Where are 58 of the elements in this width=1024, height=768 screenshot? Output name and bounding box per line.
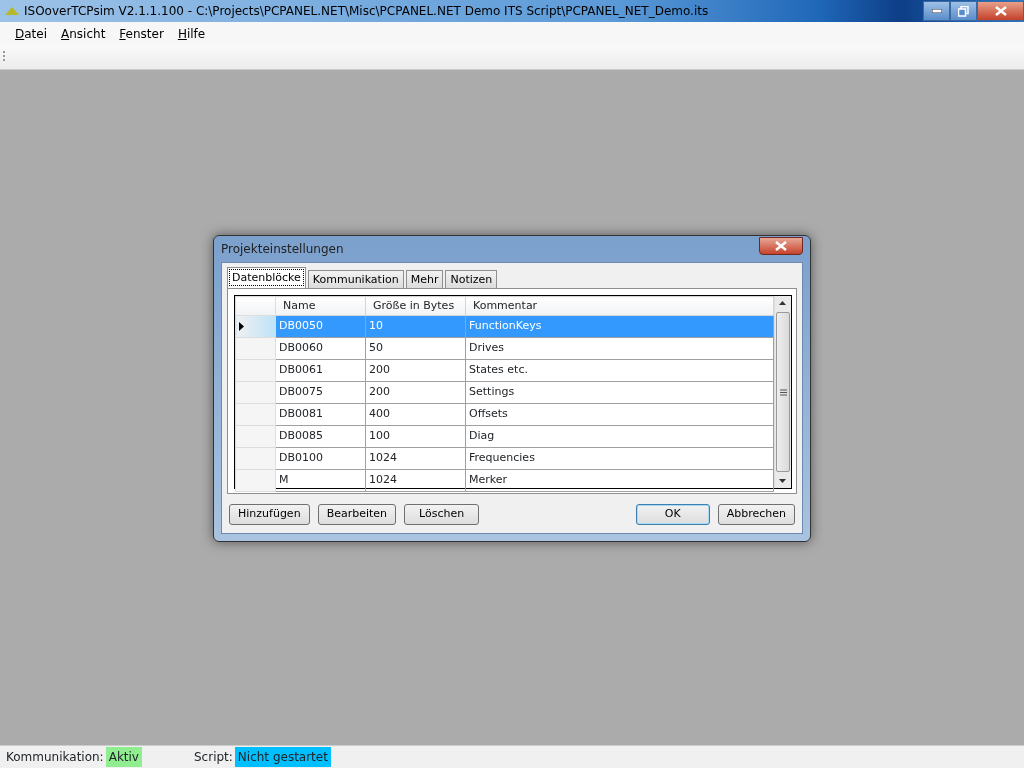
window-title: ISOoverTCPsim V2.1.1.100 - C:\Projects\PCPANEL.NET\Misc\PCPANEL.NET Demo ITS Script\PCPANEL_NET_Demo.its: [24, 3, 709, 20]
table-cell: DB0060: [275, 337, 366, 360]
menu-item[interactable]: Ansicht: [54, 24, 113, 43]
close-button[interactable]: [977, 1, 1024, 21]
grip-icon: [779, 388, 787, 396]
table-cell: Settings: [465, 381, 774, 404]
column-header[interactable]: Name: [275, 296, 366, 316]
row-header[interactable]: [235, 315, 276, 338]
dialog-button[interactable]: Abbrechen: [717, 504, 795, 525]
table-cell: DB0100: [275, 447, 366, 470]
table-cell: 1024: [365, 469, 466, 492]
table-cell: Drives: [465, 337, 774, 360]
dialog-button[interactable]: OK: [635, 504, 710, 525]
table-cell: 100: [365, 425, 466, 448]
tab[interactable]: Kommunikation: [307, 270, 404, 288]
table-cell: Merker: [465, 469, 774, 492]
menu-item[interactable]: Fenster: [112, 24, 171, 43]
dialog-button[interactable]: Hinzufügen: [229, 504, 310, 525]
table-cell: States etc.: [465, 359, 774, 382]
table-cell: M: [275, 469, 366, 492]
table-cell: DB0081: [275, 403, 366, 426]
dialog-button[interactable]: Löschen: [404, 504, 480, 525]
column-header[interactable]: Kommentar: [465, 296, 774, 316]
scrollbar[interactable]: [774, 296, 791, 488]
status-label: Script:: [193, 749, 234, 766]
tab[interactable]: Mehr: [405, 270, 444, 288]
column-header[interactable]: Größe in Bytes: [365, 296, 466, 316]
table-cell: FunctionKeys: [465, 315, 774, 338]
restore-icon: [958, 5, 969, 17]
close-icon: [775, 241, 787, 251]
minimize-icon: [931, 9, 942, 13]
table-cell: 1024: [365, 447, 466, 470]
app-icon: [4, 6, 20, 16]
close-button[interactable]: [759, 237, 803, 255]
table-cell: Offsets: [465, 403, 774, 426]
dialog-title: Projekteinstellungen: [221, 241, 344, 258]
table-cell: Frequencies: [465, 447, 774, 470]
table-cell: DB0061: [275, 359, 366, 382]
table-cell: 400: [365, 403, 466, 426]
tab[interactable]: Datenblöcke: [227, 267, 306, 288]
menu-item[interactable]: Datei: [8, 24, 55, 43]
table-cell: 200: [365, 381, 466, 404]
table-cell: 50: [365, 337, 466, 360]
toolbar-grip-icon[interactable]: [3, 50, 6, 64]
table-cell: DB0085: [275, 425, 366, 448]
close-icon: [994, 6, 1007, 16]
status-value: Aktiv: [105, 747, 142, 767]
row-pointer-icon: [239, 321, 244, 331]
tab[interactable]: Notizen: [445, 270, 498, 288]
status-value: Nicht gestartet: [234, 747, 331, 767]
minimize-button[interactable]: [923, 1, 950, 21]
menu-item[interactable]: Hilfe: [170, 24, 213, 43]
table-cell: 200: [365, 359, 466, 382]
table-cell: Diag: [465, 425, 774, 448]
dialog-button[interactable]: Bearbeiten: [317, 504, 397, 525]
maximize-button[interactable]: [950, 1, 977, 21]
table-cell: DB0075: [275, 381, 366, 404]
status-label: Kommunikation:: [5, 749, 105, 766]
